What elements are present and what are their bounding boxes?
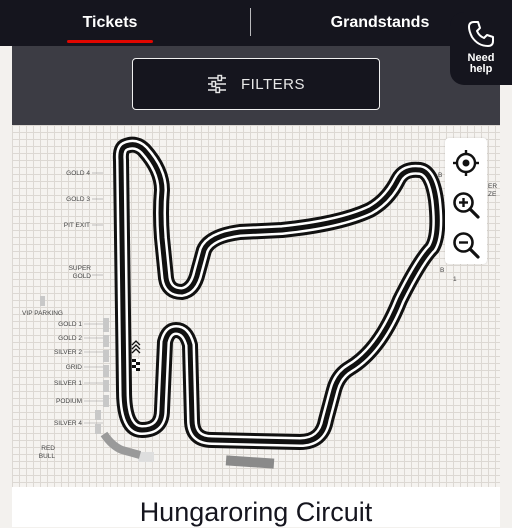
- label-silver-2[interactable]: SILVER 2: [54, 349, 82, 356]
- red-bull-stand: [100, 431, 142, 459]
- label-super-gold-line2[interactable]: GOLD: [73, 273, 92, 280]
- label-right-partial-5: 1: [453, 276, 457, 283]
- recenter-button[interactable]: [445, 142, 487, 184]
- label-right-partial-1: B: [438, 172, 442, 179]
- circuit-info-card: Hungaroring Circuit: [12, 487, 500, 527]
- tab-grandstands[interactable]: Grandstands: [300, 0, 460, 46]
- filters-button[interactable]: FILTERS: [132, 58, 380, 110]
- sliders-icon: [207, 74, 226, 94]
- need-help-label: Need help: [467, 52, 495, 75]
- zoom-in-icon: [453, 192, 480, 219]
- recenter-icon: [453, 150, 479, 176]
- label-super-gold-line1[interactable]: SUPER: [69, 265, 92, 272]
- label-vip-parking: VIP PARKING: [22, 310, 63, 317]
- phone-icon: [468, 21, 494, 47]
- label-right-partial-2: ER: [488, 183, 497, 190]
- top-tab-bar: Tickets Grandstands: [0, 0, 512, 46]
- label-gold-1[interactable]: GOLD 1: [58, 321, 82, 328]
- active-tab-indicator: [67, 40, 153, 43]
- label-gold-3[interactable]: GOLD 3: [66, 196, 90, 203]
- label-pit-exit: PIT EXIT: [64, 222, 90, 229]
- circuit-title: Hungaroring Circuit: [139, 497, 373, 527]
- zoom-out-button[interactable]: [445, 224, 487, 266]
- filters-label: FILTERS: [240, 75, 306, 93]
- label-red-bull-line2[interactable]: BULL: [39, 453, 56, 460]
- label-right-partial-3: ZE: [488, 191, 497, 198]
- circuit-map[interactable]: GOLD 4 GOLD 3 PIT EXIT SUPER GOLD VIP PA…: [12, 125, 500, 487]
- label-gold-4[interactable]: GOLD 4: [66, 170, 90, 177]
- circuit-map-svg: GOLD 4 GOLD 3 PIT EXIT SUPER GOLD VIP PA…: [22, 136, 497, 469]
- zoom-in-button[interactable]: [445, 184, 487, 226]
- zoom-out-icon: [453, 232, 480, 259]
- map-controls: [445, 138, 487, 264]
- label-silver-4[interactable]: SILVER 4: [54, 420, 82, 427]
- checkered-flag-icon: [132, 359, 140, 371]
- label-gold-2[interactable]: GOLD 2: [58, 335, 82, 342]
- label-silver-1[interactable]: SILVER 1: [54, 380, 82, 387]
- tab-divider: [250, 8, 251, 36]
- label-grid[interactable]: GRID: [66, 364, 83, 371]
- need-help-button[interactable]: Need help: [450, 12, 512, 85]
- label-red-bull-line1[interactable]: RED: [41, 445, 55, 452]
- label-right-partial-4: B: [440, 267, 444, 274]
- direction-chevrons: [131, 340, 141, 354]
- label-podium[interactable]: PODIUM: [56, 398, 82, 405]
